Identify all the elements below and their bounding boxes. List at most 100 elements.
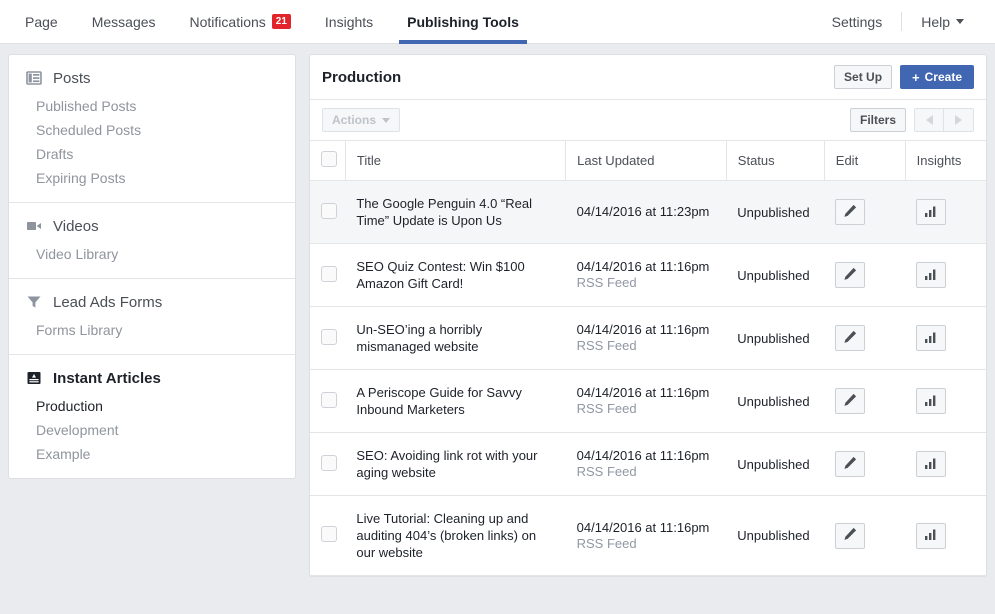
last-updated-timestamp: 04/14/2016 at 11:16pm	[576, 448, 710, 463]
actions-dropdown-button[interactable]: Actions	[322, 108, 401, 132]
insights-cell	[905, 306, 986, 370]
edit-article-button[interactable]	[835, 522, 866, 549]
chevron-down-icon	[956, 19, 964, 24]
sidebar-group-posts: Posts Published Posts Scheduled Posts Draft…	[9, 55, 295, 203]
article-title[interactable]: SEO: Avoiding link rot with your aging w…	[345, 432, 566, 496]
row-checkbox[interactable]	[321, 202, 337, 219]
article-source: RSS Feed	[576, 338, 637, 353]
actions-label: Actions	[332, 113, 377, 127]
table-row[interactable]: Live Tutorial: Cleaning up and auditing …	[310, 495, 986, 576]
plus-icon: +	[912, 69, 920, 85]
article-title[interactable]: Live Tutorial: Cleaning up and auditing …	[345, 495, 566, 576]
nav-tab-label: Insights	[324, 13, 374, 30]
sidebar-item-scheduled-posts[interactable]: Scheduled Posts	[9, 118, 295, 142]
nav-tab-label: Notifications	[189, 13, 266, 30]
row-checkbox[interactable]	[321, 265, 337, 282]
last-updated-timestamp: 04/14/2016 at 11:16pm	[576, 259, 710, 274]
sidebar-heading-label: Videos	[53, 217, 99, 235]
article-last-updated: 04/14/2016 at 11:16pm RSS Feed	[565, 369, 727, 433]
edit-cell	[824, 432, 906, 496]
edit-article-button[interactable]	[835, 451, 866, 477]
nav-tab-label: Publishing Tools	[407, 13, 519, 30]
column-header-edit: Edit	[824, 141, 906, 181]
nav-settings-button[interactable]: Settings	[815, 0, 900, 43]
notifications-count-badge: 21	[271, 14, 291, 29]
column-header-last-updated[interactable]: Last Updated	[565, 141, 727, 181]
edit-article-button[interactable]	[835, 199, 866, 225]
table-row[interactable]: SEO Quiz Contest: Win $100 Amazon Gift C…	[310, 243, 986, 307]
previous-page-button[interactable]	[914, 108, 944, 132]
sidebar-item-video-library[interactable]: Video Library	[9, 242, 295, 266]
sidebar-heading-label: Instant Articles	[53, 369, 161, 387]
article-title[interactable]: A Periscope Guide for Savvy Inbound Mark…	[345, 369, 566, 433]
row-checkbox[interactable]	[321, 328, 337, 345]
bar-chart-icon	[923, 266, 939, 285]
nav-divider	[901, 12, 903, 31]
nav-tab-page[interactable]: Page	[8, 0, 75, 43]
sidebar-heading-videos: Videos	[9, 212, 295, 242]
sidebar-item-example[interactable]: Example	[9, 442, 295, 466]
sidebar-item-expiring-posts[interactable]: Expiring Posts	[9, 166, 295, 190]
status-badge: Unpublished	[726, 306, 825, 370]
sidebar-heading-instant-articles: Instant Articles	[9, 364, 295, 394]
select-all-checkbox[interactable]	[321, 151, 337, 167]
sidebar-item-production[interactable]: Production	[9, 394, 295, 418]
bar-chart-icon	[923, 329, 939, 348]
edit-cell	[824, 243, 906, 307]
page-body: Posts Published Posts Scheduled Posts Draft…	[0, 44, 995, 577]
nav-tab-messages[interactable]: Messages	[75, 0, 173, 43]
sidebar-group-instant-articles: Instant Articles Production Development Exa…	[9, 355, 295, 478]
article-title[interactable]: SEO Quiz Contest: Win $100 Amazon Gift C…	[345, 243, 566, 307]
column-header-status[interactable]: Status	[726, 141, 825, 181]
table-row[interactable]: A Periscope Guide for Savvy Inbound Mark…	[310, 369, 986, 433]
last-updated-timestamp: 04/14/2016 at 11:16pm	[576, 519, 710, 535]
set-up-button[interactable]: Set Up	[834, 65, 893, 89]
edit-article-button[interactable]	[835, 388, 866, 414]
sidebar-item-development[interactable]: Development	[9, 418, 295, 442]
column-header-title[interactable]: Title	[345, 141, 567, 181]
next-page-button[interactable]	[944, 108, 974, 132]
row-checkbox[interactable]	[321, 391, 337, 408]
view-insights-button[interactable]	[916, 325, 947, 351]
view-insights-button[interactable]	[916, 388, 947, 414]
filters-button[interactable]: Filters	[849, 108, 906, 132]
last-updated-timestamp: 04/14/2016 at 11:23pm	[576, 204, 710, 219]
sidebar-heading-label: Lead Ads Forms	[53, 293, 163, 311]
article-title[interactable]: Un-SEO’ing a horribly mismanaged website	[345, 306, 566, 370]
edit-cell	[824, 495, 906, 576]
edit-article-button[interactable]	[835, 262, 866, 288]
table-row[interactable]: The Google Penguin 4.0 “Real Time” Updat…	[310, 180, 986, 244]
create-button[interactable]: + Create	[900, 65, 974, 89]
view-insights-button[interactable]	[916, 522, 947, 549]
article-last-updated: 04/14/2016 at 11:16pm RSS Feed	[565, 432, 727, 496]
sidebar-heading-posts: Posts	[9, 64, 295, 94]
table-row[interactable]: Un-SEO’ing a horribly mismanaged website…	[310, 306, 986, 370]
nav-tab-insights[interactable]: Insights	[308, 0, 390, 43]
sidebar-item-drafts[interactable]: Drafts	[9, 142, 295, 166]
pencil-icon	[842, 266, 858, 285]
view-insights-button[interactable]	[916, 451, 947, 477]
pencil-icon	[842, 526, 858, 545]
sidebar-heading-label: Posts	[53, 69, 91, 87]
last-updated-timestamp: 04/14/2016 at 11:16pm	[576, 322, 710, 337]
sidebar-item-forms-library[interactable]: Forms Library	[9, 318, 295, 342]
row-checkbox[interactable]	[321, 526, 337, 542]
row-select-cell	[310, 495, 346, 576]
view-insights-button[interactable]	[916, 262, 947, 288]
status-badge: Unpublished	[726, 432, 825, 496]
chevron-down-icon	[382, 117, 391, 123]
chevron-right-icon	[955, 115, 962, 125]
pencil-icon	[842, 392, 858, 411]
sidebar-item-published-posts[interactable]: Published Posts	[9, 94, 295, 118]
row-checkbox[interactable]	[321, 454, 337, 471]
edit-article-button[interactable]	[835, 325, 866, 351]
nav-tab-notifications[interactable]: Notifications 21	[173, 0, 308, 43]
row-select-cell	[310, 432, 346, 496]
article-title[interactable]: The Google Penguin 4.0 “Real Time” Updat…	[345, 180, 566, 244]
article-last-updated: 04/14/2016 at 11:16pm RSS Feed	[565, 243, 727, 307]
view-insights-button[interactable]	[916, 199, 947, 225]
table-row[interactable]: SEO: Avoiding link rot with your aging w…	[310, 432, 986, 496]
nav-tab-publishing-tools[interactable]: Publishing Tools	[390, 0, 536, 44]
insights-cell	[905, 369, 986, 433]
nav-help-button[interactable]: Help	[904, 0, 981, 43]
